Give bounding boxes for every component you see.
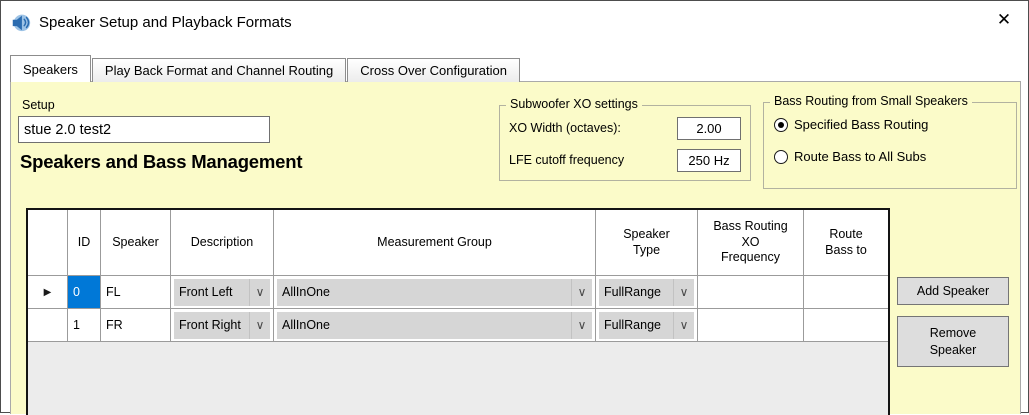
col-header-description[interactable]: Description xyxy=(171,210,274,275)
chevron-down-icon: ∨ xyxy=(673,279,694,306)
lfe-cutoff-input[interactable] xyxy=(677,149,741,172)
cell-bass-routing-xo[interactable] xyxy=(698,276,804,308)
table-row: 1 FR Front Right ∨ AllInOne ∨ Fu xyxy=(28,309,888,342)
tab-playback-format[interactable]: Play Back Format and Channel Routing xyxy=(92,58,346,82)
tab-crossover-config[interactable]: Cross Over Configuration xyxy=(347,58,520,82)
title-bar: Speaker Setup and Playback Formats ✕ xyxy=(1,1,1028,43)
description-dropdown[interactable]: Front Left ∨ xyxy=(174,279,270,306)
speaker-type-dropdown[interactable]: FullRange ∨ xyxy=(599,279,694,306)
chevron-down-icon: ∨ xyxy=(673,312,694,339)
col-header-measurement-group[interactable]: Measurement Group xyxy=(274,210,596,275)
setup-label: Setup xyxy=(22,98,55,112)
cell-route-bass-to[interactable] xyxy=(804,276,888,308)
description-dropdown[interactable]: Front Right ∨ xyxy=(174,312,270,339)
xo-width-input[interactable] xyxy=(677,117,741,140)
cell-bass-routing-xo[interactable] xyxy=(698,309,804,341)
cell-description: Front Left ∨ xyxy=(171,276,274,308)
radio-button-icon xyxy=(774,118,788,132)
current-row-marker-icon: ▶ xyxy=(44,287,52,298)
table-row: ▶ 0 FL Front Left ∨ AllInOne ∨ xyxy=(28,276,888,309)
row-selector-header[interactable] xyxy=(28,210,68,275)
subwoofer-xo-group-title: Subwoofer XO settings xyxy=(506,97,642,111)
speaker-setup-window: { "window": { "title": "Speaker Setup an… xyxy=(0,0,1029,413)
tab-speakers[interactable]: Speakers xyxy=(10,55,91,82)
tab-strip: Speakers Play Back Format and Channel Ro… xyxy=(10,55,521,82)
radio-specified-bass-routing[interactable]: Specified Bass Routing xyxy=(774,117,928,132)
grid-header-row: ID Speaker Description Measurement Group… xyxy=(28,210,888,276)
speakers-grid: ID Speaker Description Measurement Group… xyxy=(26,208,890,415)
cell-speaker[interactable]: FL xyxy=(101,276,171,308)
window-title: Speaker Setup and Playback Formats xyxy=(39,14,292,31)
cell-measurement-group: AllInOne ∨ xyxy=(274,309,596,341)
subwoofer-xo-groupbox: Subwoofer XO settings XO Width (octaves)… xyxy=(499,105,751,181)
add-speaker-button[interactable]: Add Speaker xyxy=(897,277,1009,305)
col-header-bass-routing-xo[interactable]: Bass Routing XO Frequency xyxy=(698,210,804,275)
col-header-speaker[interactable]: Speaker xyxy=(101,210,171,275)
remove-speaker-button[interactable]: Remove Speaker xyxy=(897,316,1009,367)
cell-measurement-group: AllInOne ∨ xyxy=(274,276,596,308)
radio-button-icon xyxy=(774,150,788,164)
bass-routing-group-title: Bass Routing from Small Speakers xyxy=(770,94,972,108)
row-selector-cell[interactable]: ▶ xyxy=(28,276,68,308)
col-header-id[interactable]: ID xyxy=(68,210,101,275)
speaker-logo-icon xyxy=(10,11,32,33)
xo-width-label: XO Width (octaves): xyxy=(509,121,677,135)
cell-id[interactable]: 1 xyxy=(68,309,101,341)
cell-speaker[interactable]: FR xyxy=(101,309,171,341)
lfe-cutoff-label: LFE cutoff frequency xyxy=(509,153,677,167)
measurement-group-dropdown[interactable]: AllInOne ∨ xyxy=(277,279,592,306)
close-button[interactable]: ✕ xyxy=(980,1,1028,39)
setup-input[interactable] xyxy=(18,116,270,143)
cell-speaker-type: FullRange ∨ xyxy=(596,276,698,308)
chevron-down-icon: ∨ xyxy=(249,312,270,339)
cell-id[interactable]: 0 xyxy=(68,276,101,308)
chevron-down-icon: ∨ xyxy=(571,279,592,306)
measurement-group-dropdown[interactable]: AllInOne ∨ xyxy=(277,312,592,339)
chevron-down-icon: ∨ xyxy=(249,279,270,306)
cell-route-bass-to[interactable] xyxy=(804,309,888,341)
col-header-speaker-type[interactable]: Speaker Type xyxy=(596,210,698,275)
cell-description: Front Right ∨ xyxy=(171,309,274,341)
row-selector-cell[interactable] xyxy=(28,309,68,341)
cell-speaker-type: FullRange ∨ xyxy=(596,309,698,341)
page-title: Speakers and Bass Management xyxy=(20,151,302,173)
radio-route-bass-all-subs[interactable]: Route Bass to All Subs xyxy=(774,149,926,164)
col-header-route-bass-to[interactable]: Route Bass to xyxy=(804,210,888,275)
tab-page-speakers: Setup Speakers and Bass Management Subwo… xyxy=(10,81,1021,414)
chevron-down-icon: ∨ xyxy=(571,312,592,339)
speaker-type-dropdown[interactable]: FullRange ∨ xyxy=(599,312,694,339)
bass-routing-groupbox: Bass Routing from Small Speakers Specifi… xyxy=(763,102,1017,189)
